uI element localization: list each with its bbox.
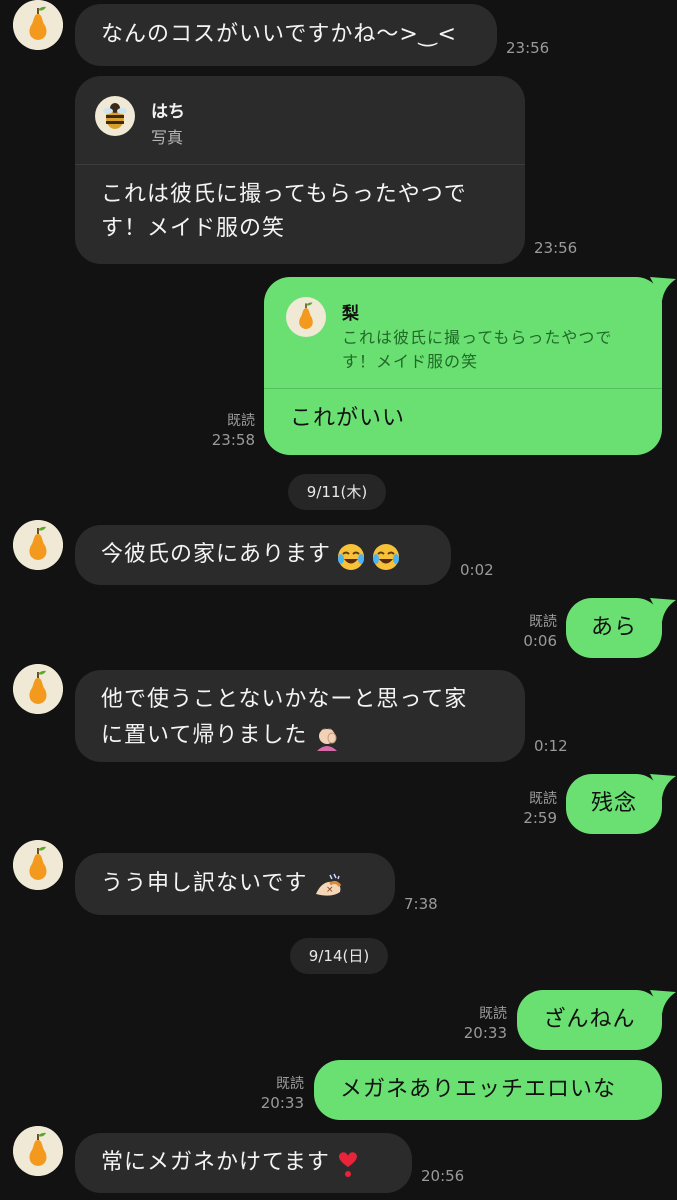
read-receipt: 既読 23:58 xyxy=(205,412,255,450)
incoming-message-bubble[interactable]: 常にメガネかけてます xyxy=(75,1133,412,1193)
read-label: 既読 xyxy=(479,1006,507,1022)
read-receipt: 既読 2:59 xyxy=(507,790,557,828)
message-text-line: これは彼氏に撮ってもらったやつで xyxy=(101,182,467,207)
message-time: 7:38 xyxy=(404,895,438,913)
message-text: 今彼氏の家にあります xyxy=(101,542,332,567)
read-label: 既読 xyxy=(276,1076,304,1092)
bee-icon xyxy=(103,103,127,129)
message-text: 残念 xyxy=(590,791,637,816)
message-text: あら xyxy=(590,615,637,640)
quote-snippet-line: す！メイド服の笑 xyxy=(342,352,479,371)
quote-sender-name: 梨 xyxy=(342,304,359,324)
pear-icon xyxy=(13,0,63,50)
bubble-tail xyxy=(650,774,676,798)
read-label: 既読 xyxy=(529,614,557,630)
contact-avatar[interactable] xyxy=(13,0,63,50)
outgoing-message-bubble[interactable]: ざんねん xyxy=(517,990,662,1050)
quote-snippet: 写真 xyxy=(151,128,184,147)
incoming-message-bubble[interactable]: なんのコスがいいですかね〜>‿< xyxy=(75,4,497,66)
pear-icon xyxy=(13,664,63,714)
incoming-message-bubble[interactable]: 今彼氏の家にあります xyxy=(75,525,451,585)
bubble-tail xyxy=(650,277,676,301)
message-time: 20:56 xyxy=(421,1167,465,1185)
message-text: ざんねん xyxy=(543,1007,636,1032)
incoming-message-bubble[interactable]: 他で使うことないかなーと思って家 に置いて帰りました xyxy=(75,670,525,762)
message-time: 0:12 xyxy=(534,737,568,755)
svg-text:×: × xyxy=(326,885,334,895)
message-text: なんのコスがいいですかね〜>‿< xyxy=(101,22,457,47)
message-text: うう申し訳ないです xyxy=(101,871,308,896)
contact-avatar[interactable] xyxy=(13,520,63,570)
quote-avatar xyxy=(95,96,135,136)
contact-avatar[interactable] xyxy=(13,840,63,890)
message-time: 23:56 xyxy=(506,39,550,57)
message-text-line: 他で使うことないかなーと思って家 xyxy=(101,687,468,712)
quote-divider xyxy=(75,164,525,165)
message-text: 常にメガネかけてます xyxy=(101,1150,330,1175)
tears-of-joy-emoji xyxy=(338,543,365,570)
outgoing-message-bubble[interactable]: あら xyxy=(566,598,662,658)
incoming-message-bubble[interactable]: うう申し訳ないです × xyxy=(75,853,395,915)
message-time: 2:59 xyxy=(523,809,557,827)
message-text-line: す！メイド服の笑 xyxy=(101,216,286,241)
message-text-line: に置いて帰りました xyxy=(101,723,308,748)
message-time: 23:58 xyxy=(211,431,255,449)
facepalm-emoji xyxy=(317,727,338,751)
tears-of-joy-emoji xyxy=(373,543,400,570)
contact-avatar[interactable] xyxy=(13,664,63,714)
pear-icon xyxy=(13,840,63,890)
message-time: 0:02 xyxy=(460,561,494,579)
outgoing-message-bubble[interactable]: メガネありエッチエロいな xyxy=(314,1060,662,1120)
message-time: 20:33 xyxy=(260,1094,304,1112)
pear-icon xyxy=(13,1126,63,1176)
message-time: 23:56 xyxy=(534,239,578,257)
date-separator: 9/11(木) xyxy=(288,474,386,510)
read-receipt: 既読 20:33 xyxy=(455,1005,507,1043)
quote-avatar xyxy=(286,297,326,337)
quote-divider xyxy=(264,388,662,389)
message-time: 20:33 xyxy=(463,1024,507,1042)
date-separator: 9/14(日) xyxy=(290,938,388,974)
heart-exclamation-emoji xyxy=(339,1151,357,1177)
pear-icon xyxy=(13,520,63,570)
message-time: 0:06 xyxy=(523,632,557,650)
outgoing-reply-bubble[interactable]: 梨 これは彼氏に撮ってもらったやつで す！メイド服の笑 これがいい xyxy=(264,277,662,455)
message-text: これがいい xyxy=(290,406,406,431)
read-label: 既読 xyxy=(227,413,255,429)
quote-snippet-line: これは彼氏に撮ってもらったやつで xyxy=(342,328,613,347)
read-receipt: 既読 0:06 xyxy=(507,613,557,651)
incoming-reply-bubble[interactable]: はち 写真 これは彼氏に撮ってもらったやつで す！メイド服の笑 xyxy=(75,76,525,264)
bubble-tail xyxy=(650,598,676,622)
bubble-tail xyxy=(650,990,676,1014)
quote-sender-name: はち xyxy=(151,102,185,122)
message-text: メガネありエッチエロいな xyxy=(340,1077,617,1102)
read-receipt: 既読 20:33 xyxy=(252,1075,304,1113)
pear-icon xyxy=(286,297,326,337)
dogeza-emoji: × xyxy=(316,873,342,896)
contact-avatar[interactable] xyxy=(13,1126,63,1176)
outgoing-message-bubble[interactable]: 残念 xyxy=(566,774,662,834)
read-label: 既読 xyxy=(529,791,557,807)
